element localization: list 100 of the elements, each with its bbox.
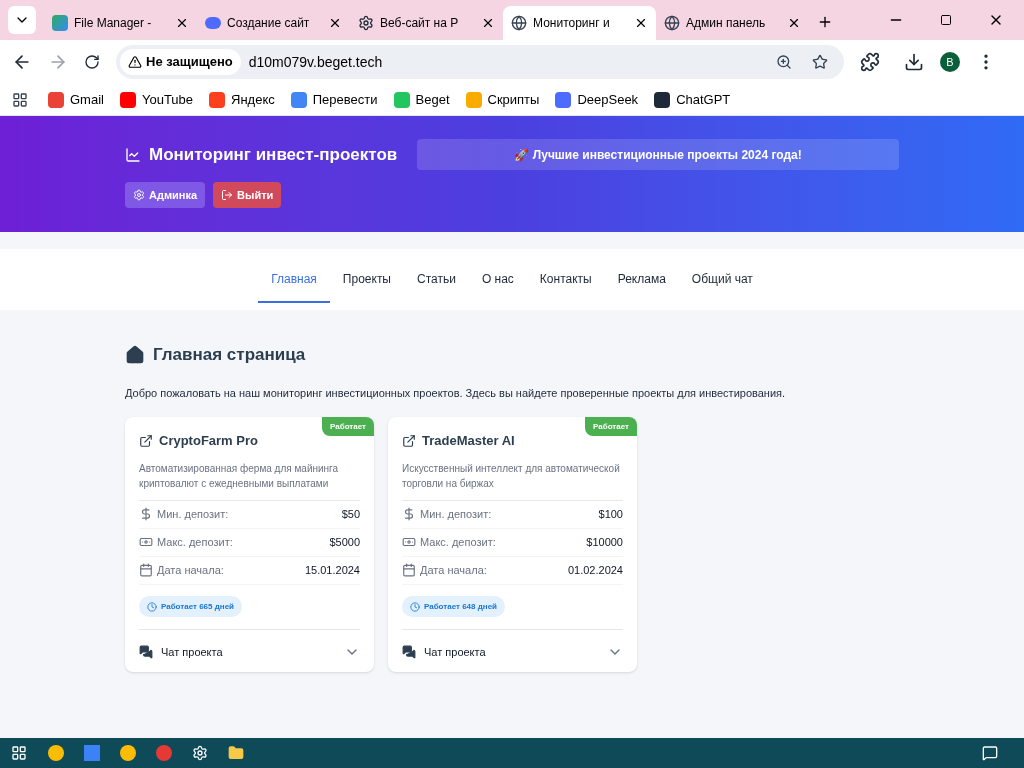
banknote-icon — [139, 535, 153, 549]
nav-link[interactable]: Реклама — [604, 256, 679, 303]
site-title: Мониторинг инвест-проектов — [149, 143, 398, 166]
browser-tab[interactable]: Веб-сайт на Р — [350, 6, 503, 40]
banknote-icon — [402, 535, 416, 549]
bookmark-link[interactable]: Beget — [393, 89, 450, 110]
tab-list-button[interactable] — [8, 6, 36, 34]
warning-icon — [128, 55, 142, 69]
chat-bubbles-icon — [402, 644, 416, 659]
admin-button[interactable]: Админка — [125, 182, 206, 208]
bookmark-star-icon[interactable] — [812, 54, 828, 70]
apps-icon[interactable] — [12, 91, 28, 108]
clock-icon — [410, 601, 420, 612]
profile-avatar[interactable]: B — [940, 52, 960, 72]
chat-bubbles-icon — [139, 644, 153, 659]
bookmark-link[interactable]: Скрипты — [465, 89, 540, 110]
bookmark-link[interactable]: Gmail — [48, 89, 104, 110]
restore-icon[interactable] — [940, 14, 952, 26]
uptime-badge: Работает 648 дней — [402, 596, 505, 617]
detail-value: 01.02.2024 — [567, 562, 623, 578]
intro-text: Добро пожаловать на наш мониторинг инвестиционных проектов. Здесь вы найдете проверенные проекты для инвестирования. — [125, 385, 787, 401]
bookmark-link[interactable]: Яндекс — [209, 89, 275, 110]
extensions-icon[interactable] — [860, 52, 880, 72]
browser-tab[interactable]: File Manager - — [44, 6, 197, 40]
calendar-icon — [139, 563, 153, 577]
gear-icon — [133, 189, 145, 201]
dollar-icon — [139, 507, 153, 521]
tab-title: Мониторинг и — [533, 15, 611, 32]
notification-icon[interactable] — [982, 745, 998, 761]
bookmark-label: Beget — [415, 90, 450, 109]
reload-icon[interactable] — [84, 54, 100, 70]
detail-label: Макс. депозит: — [420, 534, 497, 550]
bookmark-label: Скрипты — [487, 90, 540, 109]
calendar-icon — [402, 563, 416, 577]
detail-value: $50 — [341, 506, 360, 522]
bookmark-icon — [48, 91, 64, 108]
project-description: Автоматизированная ферма для майнинга криптовалют с ежедневными выплатами — [139, 460, 360, 501]
url-text: d10m079v.beget.tech — [248, 52, 384, 72]
close-icon[interactable] — [787, 16, 801, 30]
zoom-icon[interactable] — [776, 54, 792, 70]
bookmark-label: DeepSeek — [577, 90, 639, 109]
detail-label: Мин. депозит: — [157, 506, 230, 522]
security-chip[interactable]: Не защищено — [120, 49, 241, 75]
status-badge: Работает — [322, 417, 374, 436]
browser-tab[interactable]: Создание сайт — [197, 6, 350, 40]
nav-link[interactable]: Контакты — [526, 256, 605, 303]
browser-tab[interactable]: Админ панель — [656, 6, 809, 40]
bookmark-icon — [654, 91, 671, 108]
detail-label: Мин. депозит: — [420, 506, 493, 522]
logout-button[interactable]: Выйти — [213, 182, 282, 208]
detail-value: $100 — [598, 506, 623, 522]
bookmark-icon — [119, 91, 136, 108]
promo-banner: 🚀 Лучшие инвестиционные проекты 2024 года! — [417, 139, 899, 170]
bookmark-icon — [290, 91, 307, 108]
chat-toggle[interactable]: Чат проекта — [139, 643, 360, 660]
tab-title: Админ панель — [686, 15, 767, 32]
nav-link[interactable]: Общий чат — [678, 256, 766, 303]
nav-link[interactable]: Статьи — [404, 256, 469, 303]
download-icon[interactable] — [904, 52, 924, 72]
detail-value: $10000 — [586, 534, 623, 550]
bookmark-label: Gmail — [70, 90, 104, 109]
project-name[interactable]: CryptoFarm Pro — [159, 431, 258, 451]
detail-value: $5000 — [329, 534, 360, 550]
nav-link[interactable]: О нас — [468, 256, 527, 303]
bookmark-link[interactable]: ChatGPT — [654, 89, 731, 110]
close-icon[interactable] — [481, 16, 495, 30]
bookmark-label: Яндекс — [231, 90, 275, 109]
page-title: Главная страница — [153, 344, 306, 366]
globe-icon — [664, 15, 680, 31]
bookmark-icon — [209, 91, 226, 108]
project-name[interactable]: TradeMaster AI — [422, 431, 515, 451]
browser-tab[interactable]: Мониторинг и — [503, 6, 656, 40]
clock-icon — [147, 601, 157, 612]
address-bar[interactable]: Не защищено d10m079v.beget.tech — [116, 45, 844, 79]
detail-label: Макс. депозит: — [157, 534, 234, 550]
external-link-icon — [402, 433, 416, 448]
close-icon[interactable] — [175, 16, 189, 30]
bookmark-icon — [465, 91, 482, 108]
bookmark-label: Перевести — [312, 90, 378, 109]
tab-title: File Manager - — [74, 15, 153, 32]
close-icon[interactable] — [328, 16, 342, 30]
uptime-badge: Работает 665 дней — [139, 596, 242, 617]
bookmark-label: YouTube — [141, 90, 194, 109]
bookmark-link[interactable]: YouTube — [119, 89, 194, 110]
bookmark-link[interactable]: DeepSeek — [555, 89, 639, 110]
nav-link[interactable]: Проекты — [329, 256, 404, 303]
chat-toggle[interactable]: Чат проекта — [402, 643, 623, 660]
new-tab-icon[interactable] — [817, 14, 833, 30]
globe-icon — [511, 15, 527, 31]
nav-link[interactable]: Главная — [258, 256, 330, 303]
detail-label: Дата начала: — [157, 562, 225, 578]
home-icon — [125, 344, 145, 365]
logout-icon — [221, 189, 234, 201]
project-description: Искусственный интеллект для автоматической торговли на биржах — [402, 460, 623, 501]
tab-title: Создание сайт — [227, 15, 311, 32]
bookmark-link[interactable]: Перевести — [290, 89, 378, 110]
close-icon[interactable] — [634, 16, 648, 30]
bookmark-label: ChatGPT — [676, 90, 731, 109]
external-link-icon — [139, 433, 153, 448]
bookmark-icon — [555, 91, 572, 108]
